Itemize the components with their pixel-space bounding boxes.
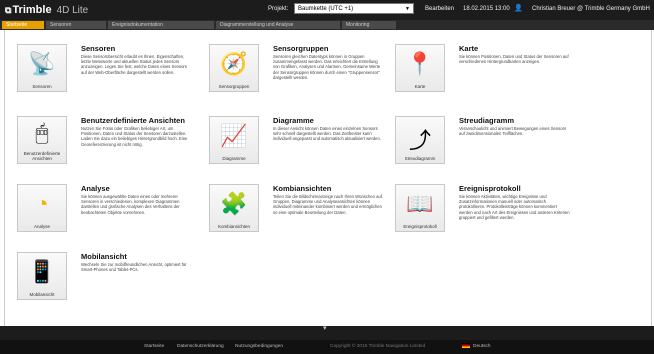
tile-mobilansicht[interactable]: 📱 Mobilansicht Mobilansicht Wechseln Sie…	[5, 238, 195, 300]
sensor-group-icon: 🧭	[220, 51, 248, 76]
chart-icon: 📈	[220, 123, 248, 148]
mobile-icon: 📱	[28, 259, 56, 284]
trimble-mark-icon: ⧉	[5, 4, 12, 15]
footer-link-startseite[interactable]: Startseite	[144, 340, 164, 354]
tile-karte[interactable]: 📍 Karte Karte Sie können Positionen, Dat…	[383, 30, 573, 92]
tile-thumb[interactable]: 📱 Mobilansicht	[17, 252, 67, 300]
tile-thumb[interactable]: 📈 Diagramme	[209, 116, 259, 164]
sensor-icon: 📡	[28, 51, 56, 76]
logbook-icon: 📖	[406, 191, 434, 216]
tile-description: Teilen Sie die Bildschirmanzeige nach Ih…	[273, 194, 384, 215]
main-tab-bar: Startseite Sensoren Ereignisdokumentatio…	[0, 20, 654, 30]
tab-startseite[interactable]: Startseite	[2, 21, 44, 29]
current-datetime: 18.02.2015 13:00	[463, 6, 510, 12]
german-flag-icon	[462, 343, 470, 349]
user-name[interactable]: Christian Breuer @ Trimble Germany GmbH	[532, 6, 650, 12]
home-content: 📡 Sensoren Sensoren Diese Sensorübersich…	[4, 30, 652, 326]
tile-thumb[interactable]: 📖 Ereignisprotokoll	[395, 184, 445, 232]
tile-caption: Analyse	[33, 224, 50, 229]
chevron-down-icon[interactable]: ▾	[323, 324, 327, 332]
tile-description: Sie können Positionen, Daten und Status …	[459, 54, 569, 65]
tile-thumb[interactable]: 📍 Karte	[395, 44, 445, 92]
project-select-value: Baumkette (UTC +1)	[298, 6, 354, 12]
language-label: Deutsch	[473, 344, 491, 349]
trimble-logo[interactable]: ⧉ Trimble 4D Lite	[5, 2, 88, 18]
footer-copyright: Copyright © 2015 Trimble Navigation Limi…	[330, 344, 426, 349]
footer-link-privacy[interactable]: Datenschutzerklärung	[177, 340, 224, 354]
tile-caption: Kombiansichten	[217, 224, 251, 229]
tile-thumb[interactable]: ⤴ Streudiagramm	[395, 116, 445, 164]
tile-title[interactable]: Sensorgruppen	[273, 44, 328, 53]
tile-title[interactable]: Mobilansicht	[81, 252, 127, 261]
tile-description: Nutzen Sie Fotos oder Grafiken beliebige…	[81, 126, 188, 147]
tile-benutzerdefinierte-ansichten[interactable]: 🖱 Benutzerdefinierte Ansichten Benutzerd…	[5, 102, 195, 164]
project-select[interactable]: Baumkette (UTC +1) ▼	[294, 3, 414, 14]
scatter-icon: ⤴	[408, 128, 431, 153]
custom-view-icon: 🖱	[35, 120, 49, 145]
language-selector[interactable]: Deutsch	[462, 340, 491, 354]
logo-text: Trimble	[12, 4, 52, 16]
tile-caption: Benutzerdefinierte Ansichten	[23, 151, 61, 161]
tile-thumb[interactable]: ◔ Analyse	[17, 184, 67, 232]
pie-chart-icon: ◔	[35, 191, 49, 216]
tile-caption: Diagramme	[222, 156, 246, 161]
tile-thumb[interactable]: 🖱 Benutzerdefinierte Ansichten	[17, 116, 67, 164]
tile-sensorgruppen[interactable]: 🧭 Sensorgruppen Sensorgruppen Sensoren g…	[197, 30, 387, 92]
tab-sensoren[interactable]: Sensoren	[46, 21, 106, 29]
tile-kombiansichten[interactable]: 🧩 Kombiansichten Kombiansichten Teilen S…	[197, 170, 387, 232]
tile-caption: Streudiagramm	[404, 156, 436, 161]
tile-title[interactable]: Karte	[459, 44, 478, 53]
tile-description: Diese Sensorübersicht erlaubt es Ihnen, …	[81, 54, 187, 75]
tile-thumb[interactable]: 🧩 Kombiansichten	[209, 184, 259, 232]
tile-description: Sensoren gleichen Datentyps können in Gr…	[273, 54, 381, 80]
tile-sensoren[interactable]: 📡 Sensoren Sensoren Diese Sensorübersich…	[5, 30, 195, 92]
tile-caption: Mobilansicht	[29, 292, 55, 297]
tile-description: Veranschaulicht und animiert Bewegungen …	[459, 126, 567, 137]
map-pin-icon: 📍	[406, 51, 434, 76]
tile-title[interactable]: Streudiagramm	[459, 116, 514, 125]
tile-description: In dieser Ansicht können Daten eines ein…	[273, 126, 382, 142]
footer: Startseite Datenschutzerklärung Nutzungs…	[0, 340, 654, 354]
tile-title[interactable]: Benutzerdefinierte Ansichten	[81, 116, 185, 125]
tile-title[interactable]: Ereignisprotokoll	[459, 184, 521, 193]
tile-title[interactable]: Diagramme	[273, 116, 314, 125]
tile-title[interactable]: Sensoren	[81, 44, 115, 53]
tile-caption: Sensoren	[32, 84, 52, 89]
tile-thumb[interactable]: 📡 Sensoren	[17, 44, 67, 92]
tile-caption: Ereignisprotokoll	[403, 224, 437, 229]
tile-description: Sie können Aktivitäten, wichtige Ereigni…	[459, 194, 570, 220]
user-icon[interactable]: 👤	[514, 4, 523, 12]
tile-diagramme[interactable]: 📈 Diagramme Diagramme In dieser Ansicht …	[197, 102, 387, 164]
tile-streudiagramm[interactable]: ⤴ Streudiagramm Streudiagramm Veranschau…	[383, 102, 573, 164]
tab-monitoring[interactable]: Monitoring	[342, 21, 396, 29]
tab-ereignisdokumentation[interactable]: Ereignisdokumentation	[108, 21, 214, 29]
edit-link[interactable]: Bearbeiten	[425, 6, 454, 12]
tile-thumb[interactable]: 🧭 Sensorgruppen	[209, 44, 259, 92]
puzzle-icon: 🧩	[220, 191, 248, 216]
tile-description: Wechseln Sie zur mobilfreundlichen Ansic…	[81, 262, 187, 273]
tile-description: Sie können ausgewählte Daten eines oder …	[81, 194, 180, 215]
project-label: Projekt:	[268, 6, 289, 12]
tile-analyse[interactable]: ◔ Analyse Analyse Sie können ausgewählte…	[5, 170, 195, 232]
collapse-bar[interactable]: ▾	[0, 324, 654, 340]
tile-caption: Karte	[414, 84, 426, 89]
tile-title[interactable]: Analyse	[81, 184, 110, 193]
tile-title[interactable]: Kombiansichten	[273, 184, 331, 193]
tab-diagrammerstellung[interactable]: Diagrammerstellung und Analyse	[216, 21, 340, 29]
tile-ereignisprotokoll[interactable]: 📖 Ereignisprotokoll Ereignisprotokoll Si…	[383, 170, 573, 232]
footer-link-terms[interactable]: Nutzungsbedingungen	[235, 340, 283, 354]
product-version: 4D Lite	[56, 4, 89, 16]
top-bar: ⧉ Trimble 4D Lite Projekt: Baumkette (UT…	[0, 0, 654, 20]
tile-caption: Sensorgruppen	[218, 84, 250, 89]
chevron-down-icon: ▼	[405, 6, 410, 12]
